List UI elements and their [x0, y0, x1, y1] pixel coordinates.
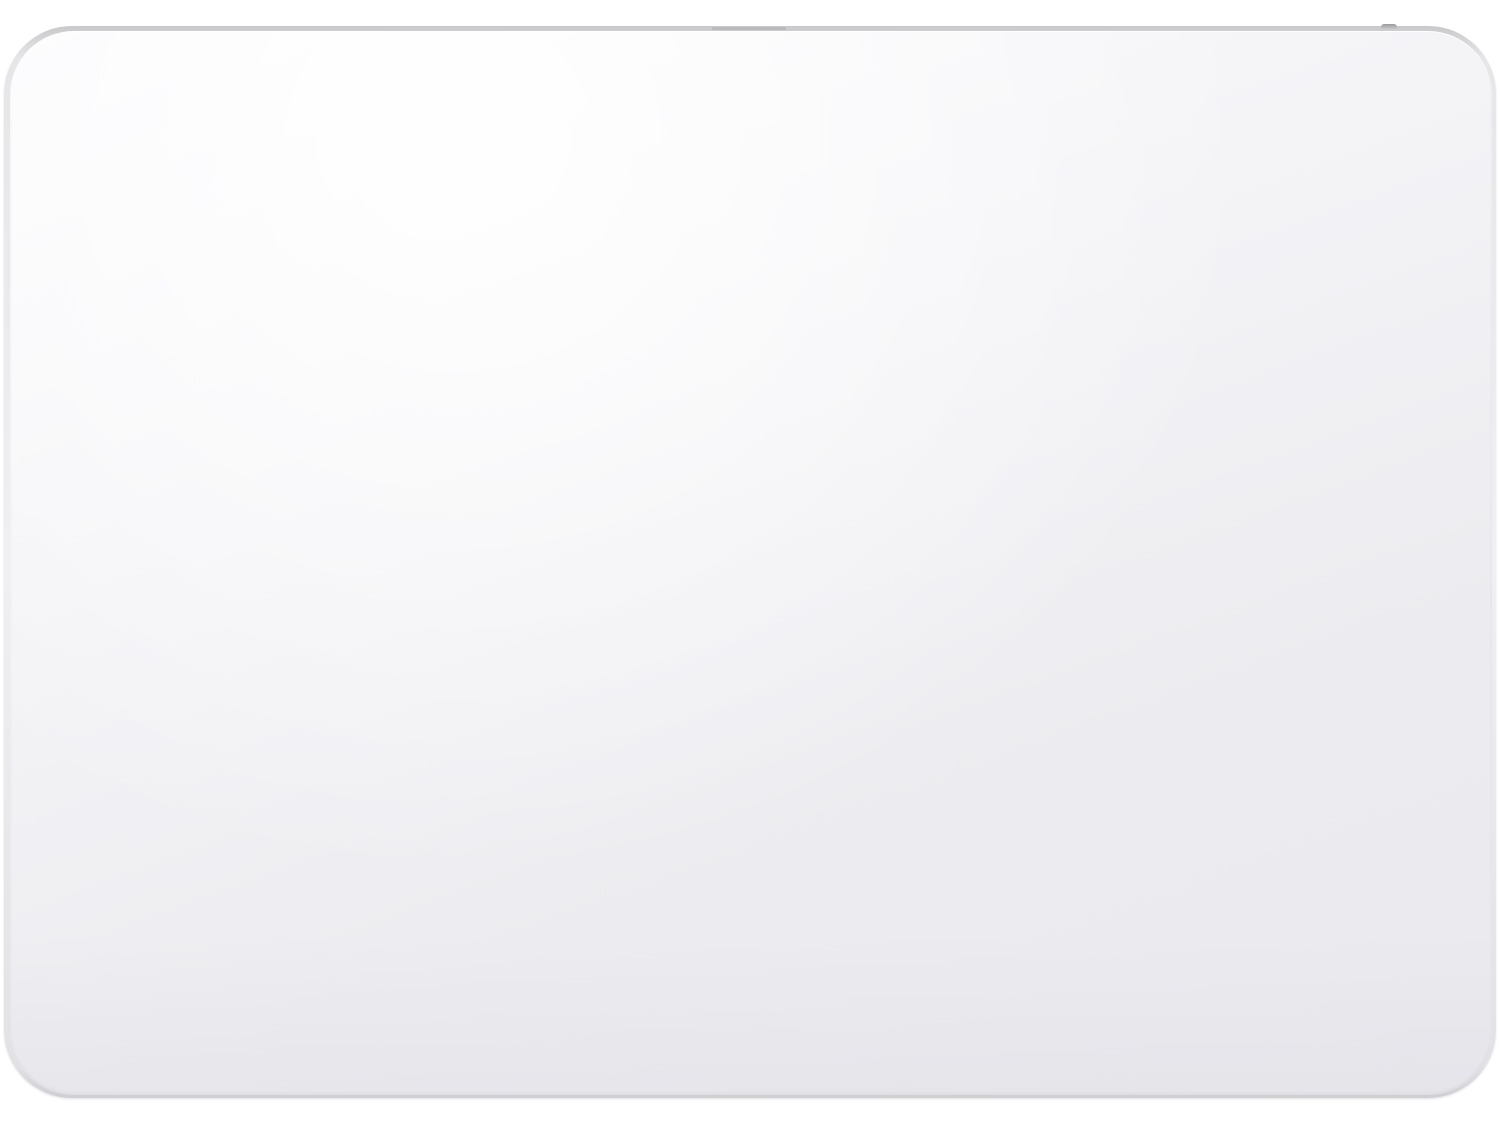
trackpad-touch-surface: [10, 31, 1492, 1095]
top-edge-slot: [712, 27, 786, 30]
power-switch: [1381, 24, 1397, 30]
photo-canvas: [0, 0, 1500, 1125]
